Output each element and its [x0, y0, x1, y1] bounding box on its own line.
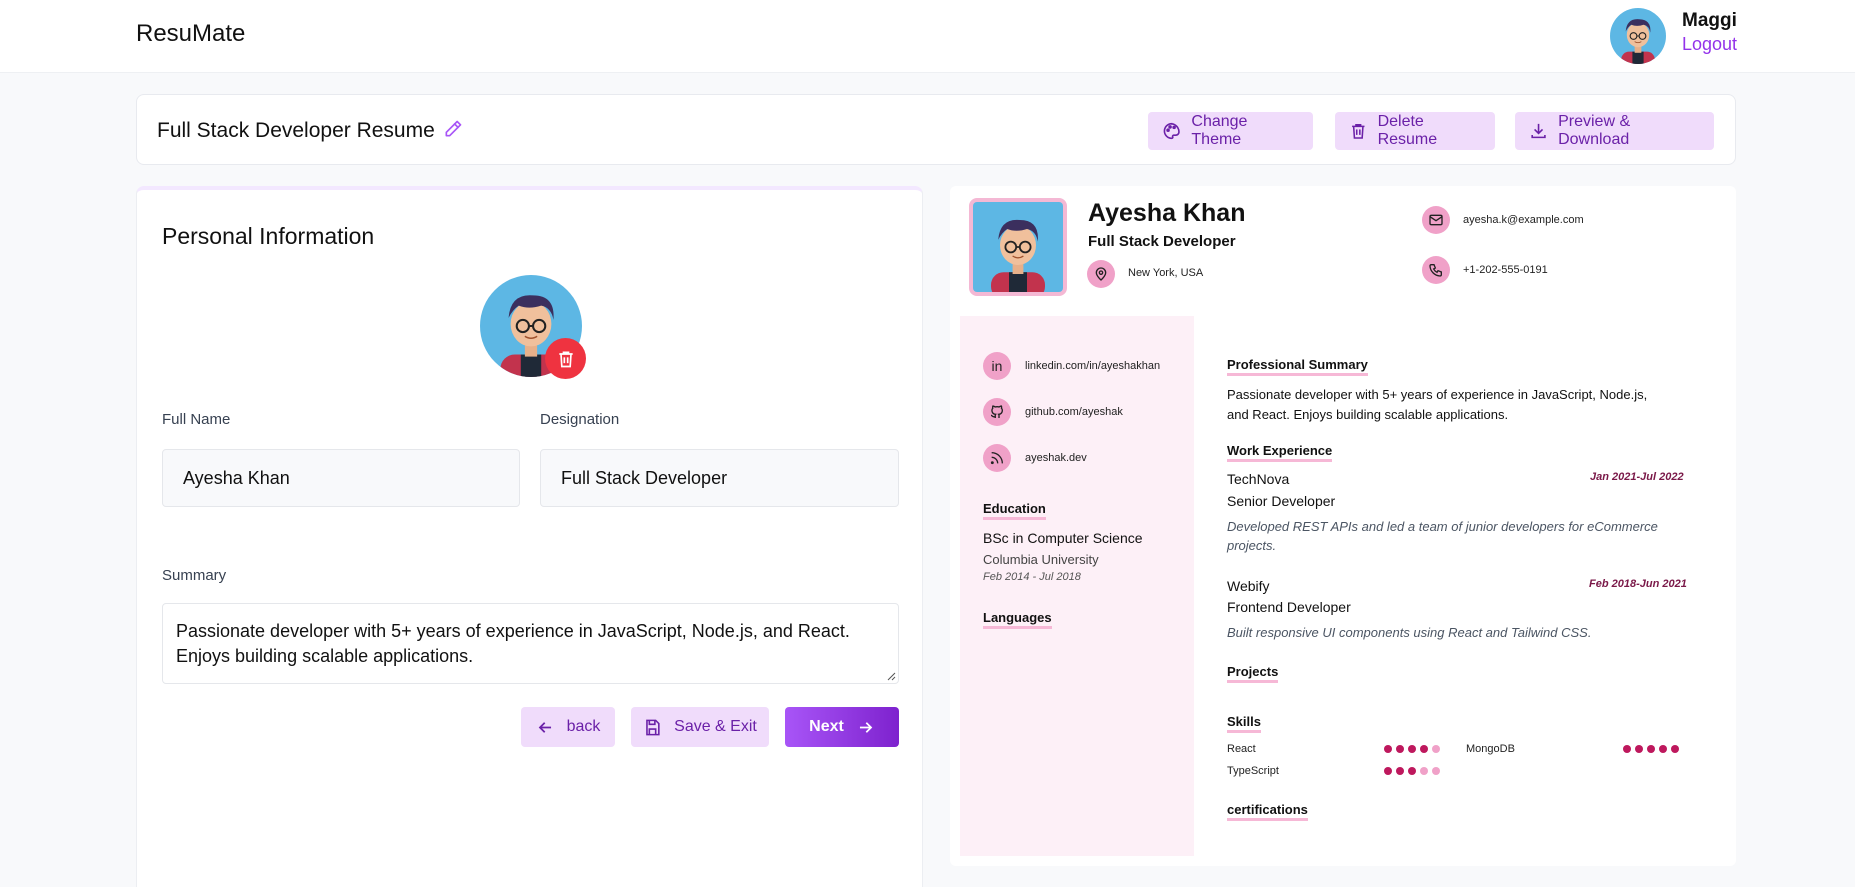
- work-description-line2: projects.: [1227, 538, 1277, 553]
- save-icon: [646, 719, 660, 735]
- education-school: Columbia University: [983, 552, 1099, 567]
- user-avatar[interactable]: [1610, 8, 1666, 64]
- work-company: Webify: [1227, 578, 1270, 594]
- preview-name: Ayesha Khan: [1088, 199, 1246, 227]
- languages-heading: Languages: [983, 611, 1052, 629]
- change-theme-button[interactable]: Change Theme: [1148, 112, 1313, 150]
- skill-rating-dots: [1623, 745, 1679, 753]
- summary-text: Passionate developer with 5+ years of ex…: [176, 621, 850, 666]
- skill-dot: [1432, 767, 1440, 775]
- skill-dot: [1420, 767, 1428, 775]
- back-label: back: [566, 718, 601, 735]
- phone-icon: [1422, 256, 1450, 284]
- skill-dot: [1659, 745, 1667, 753]
- logout-link[interactable]: Logout: [1682, 34, 1737, 55]
- skill-dot: [1408, 767, 1416, 775]
- designation-input[interactable]: Full Stack Developer: [540, 449, 899, 507]
- mail-icon: [1422, 206, 1450, 234]
- preview-email: ayesha.k@example.com: [1463, 214, 1584, 226]
- next-label: Next: [809, 718, 844, 735]
- delete-resume-button[interactable]: Delete Resume: [1335, 112, 1495, 150]
- professional-summary-line1: Passionate developer with 5+ years of ex…: [1227, 387, 1648, 402]
- summary-label: Summary: [162, 567, 227, 584]
- work-description-line1: Built responsive UI components using Rea…: [1227, 625, 1592, 640]
- top-navbar: ResuMate Maggi Logout: [0, 0, 1855, 73]
- education-degree: BSc in Computer Science: [983, 530, 1143, 546]
- section-title: Personal Information: [162, 223, 375, 249]
- full-name-label: Full Name: [162, 411, 231, 428]
- user-name: Maggi: [1682, 10, 1737, 31]
- work-company: TechNova: [1227, 471, 1290, 487]
- skill-rating-dots: [1384, 745, 1440, 753]
- professional-summary-heading: Professional Summary: [1227, 358, 1368, 376]
- summary-textarea[interactable]: Passionate developer with 5+ years of ex…: [162, 603, 899, 684]
- preview-github: github.com/ayeshak: [1025, 406, 1123, 418]
- brand-logo[interactable]: ResuMate: [136, 20, 245, 48]
- skill-dot: [1396, 745, 1404, 753]
- save-exit-label: Save & Exit: [674, 718, 757, 735]
- projects-heading: Projects: [1227, 665, 1279, 683]
- linkedin-icon: in: [983, 352, 1011, 380]
- skill-dot: [1635, 745, 1643, 753]
- skill-dot: [1647, 745, 1655, 753]
- skill-dot: [1408, 745, 1416, 753]
- skill-rating-dots: [1384, 767, 1440, 775]
- certifications-heading: certifications: [1227, 803, 1308, 821]
- github-icon: [983, 398, 1011, 426]
- trash-icon: [1352, 124, 1365, 139]
- next-button[interactable]: Next: [785, 707, 899, 747]
- work-dates: Jan 2021-Jul 2022: [1590, 471, 1684, 483]
- preview-sidebar: in linkedin.com/in/ayeshakhan github.com…: [960, 316, 1194, 856]
- full-name-input[interactable]: Ayesha Khan: [162, 449, 520, 507]
- preview-role: Full Stack Developer: [1088, 233, 1236, 250]
- preview-linkedin: linkedin.com/in/ayeshakhan: [1025, 360, 1161, 372]
- location-icon: [1087, 260, 1115, 288]
- work-experience-heading: Work Experience: [1227, 444, 1333, 462]
- skill-dot: [1432, 745, 1440, 753]
- skill-dot: [1420, 745, 1428, 753]
- work-dates: Feb 2018-Jun 2021: [1589, 578, 1687, 590]
- work-description-line1: Developed REST APIs and led a team of ju…: [1227, 519, 1658, 534]
- preview-phone: +1-202-555-0191: [1463, 264, 1548, 276]
- change-theme-label: Change Theme: [1191, 113, 1248, 148]
- preview-location: New York, USA: [1128, 267, 1204, 279]
- download-icon: [1531, 123, 1546, 139]
- skill-dot: [1384, 767, 1392, 775]
- work-title: Senior Developer: [1227, 493, 1336, 509]
- arrow-left-icon: [538, 721, 551, 733]
- resume-title-bar: Full Stack Developer Resume Change Theme…: [136, 94, 1736, 165]
- preview-website: ayeshak.dev: [1025, 452, 1087, 464]
- delete-photo-button[interactable]: [545, 338, 586, 379]
- skill-name: MongoDB: [1466, 743, 1515, 755]
- delete-resume-label: Delete Resume: [1377, 113, 1438, 148]
- trash-icon: [558, 351, 573, 367]
- education-dates: Feb 2014 - Jul 2018: [983, 571, 1081, 583]
- resume-preview: Ayesha Khan Full Stack Developer New Yor…: [950, 186, 1736, 866]
- preview-download-label: Preview & Download: [1558, 113, 1631, 148]
- back-button[interactable]: back: [521, 707, 615, 747]
- skill-name: TypeScript: [1227, 765, 1279, 777]
- personal-info-form: Personal Information Full Name Ayesha Kh…: [136, 186, 923, 887]
- professional-summary-line2: and React. Enjoys building scalable appl…: [1227, 407, 1509, 422]
- skill-dot: [1623, 745, 1631, 753]
- education-heading: Education: [983, 502, 1046, 520]
- preview-photo: [969, 198, 1067, 296]
- skill-dot: [1671, 745, 1679, 753]
- save-exit-button[interactable]: Save & Exit: [631, 707, 769, 747]
- skill-name: React: [1227, 743, 1256, 755]
- resume-title: Full Stack Developer Resume: [157, 119, 435, 142]
- resize-grip-icon[interactable]: [886, 671, 896, 681]
- rss-icon: [983, 444, 1011, 472]
- skill-dot: [1396, 767, 1404, 775]
- designation-label: Designation: [540, 411, 620, 428]
- skills-heading: Skills: [1227, 715, 1261, 733]
- arrow-right-icon: [859, 721, 873, 733]
- work-title: Frontend Developer: [1227, 599, 1351, 615]
- pencil-icon[interactable]: [443, 119, 463, 139]
- palette-icon: [1163, 122, 1180, 140]
- skill-dot: [1384, 745, 1392, 753]
- preview-download-button[interactable]: Preview & Download: [1515, 112, 1714, 150]
